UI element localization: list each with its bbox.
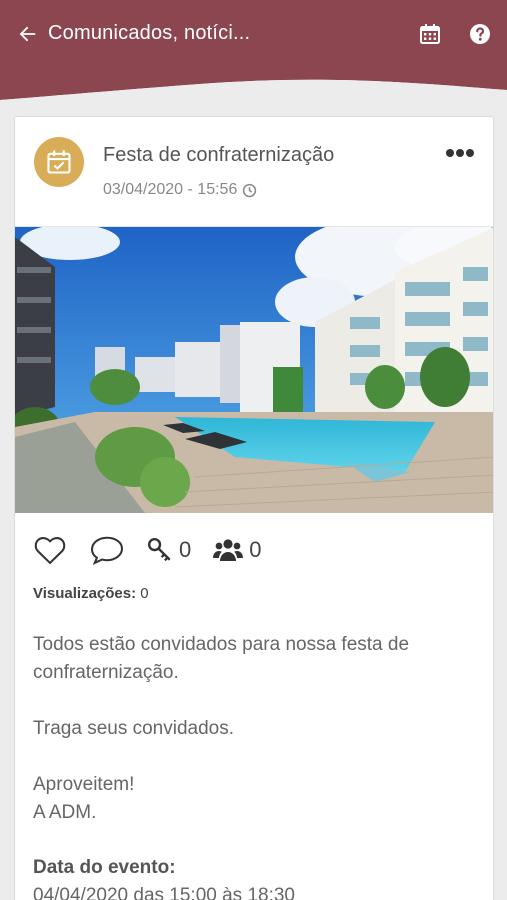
comment-icon — [90, 536, 124, 565]
event-date-label: Data do evento: — [33, 857, 176, 878]
post-header: Festa de confraternização 03/04/2020 - 1… — [15, 117, 493, 227]
more-options-icon[interactable] — [445, 147, 475, 159]
header-title: Comunicados, notíci... — [48, 22, 251, 44]
calendar-icon[interactable] — [418, 22, 442, 46]
post-avatar — [34, 137, 84, 187]
heart-icon — [34, 537, 66, 565]
keys-count: 0 — [179, 537, 192, 562]
help-icon[interactable] — [468, 22, 492, 46]
body-paragraph: Traga seus convidados. — [33, 718, 235, 739]
comment-button[interactable] — [89, 535, 125, 565]
header-background — [0, 0, 507, 120]
like-button[interactable] — [33, 535, 67, 565]
post-image[interactable] — [15, 227, 494, 513]
back-arrow-icon — [19, 26, 36, 41]
groups-count: 0 — [249, 537, 262, 562]
app-header: Comunicados, notíci... — [0, 0, 507, 120]
views-label: Visualizações: — [33, 585, 137, 602]
back-button[interactable]: Comunicados, notíci... — [16, 22, 250, 45]
key-icon — [147, 537, 171, 562]
views-counter: Visualizações: 0 — [33, 585, 149, 602]
event-date-value: 04/04/2020 das 15:00 às 18:30 — [33, 885, 296, 900]
post-datetime: 03/04/2020 - 15:56 — [103, 181, 238, 198]
users-icon — [213, 539, 244, 561]
body-paragraph: Aproveitem! — [33, 774, 135, 795]
calendar-check-icon — [47, 150, 71, 174]
clock-icon — [243, 183, 257, 197]
reactions-bar: 0 0 — [33, 533, 284, 567]
body-paragraph: A ADM. — [33, 802, 97, 823]
views-count: 0 — [140, 585, 149, 602]
body-paragraph: Todos estão convidados para nossa festa … — [33, 634, 410, 683]
post-body: Todos estão convidados para nossa festa … — [33, 631, 478, 827]
post-card: Festa de confraternização 03/04/2020 - 1… — [14, 116, 494, 900]
groups-button[interactable]: 0 — [213, 537, 262, 563]
post-date: 03/04/2020 - 15:56 — [103, 181, 257, 199]
keys-button[interactable]: 0 — [147, 537, 191, 563]
post-title: Festa de confraternização — [103, 144, 335, 166]
